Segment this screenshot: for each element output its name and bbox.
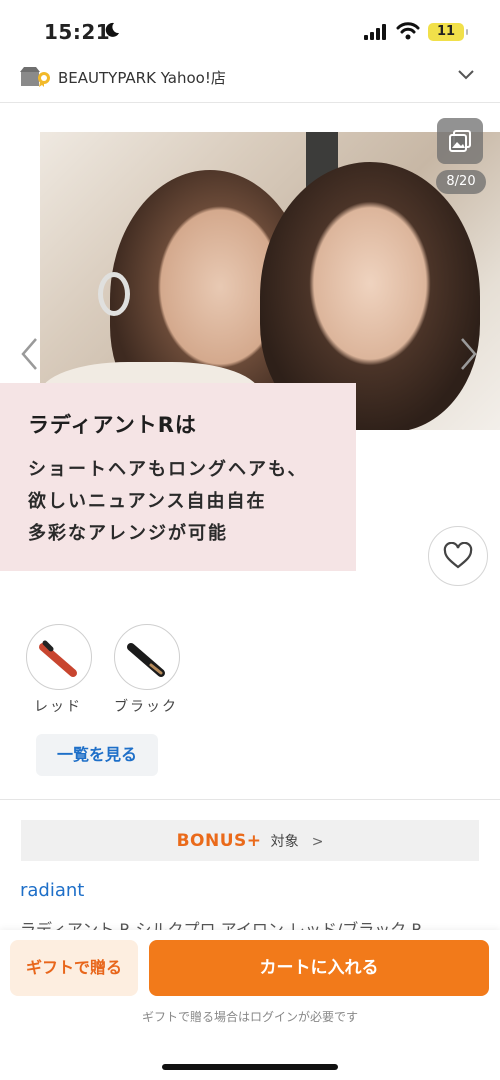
hair-iron-icon: [127, 643, 165, 677]
gift-button[interactable]: ギフトで贈る: [10, 940, 138, 996]
favorite-button[interactable]: [428, 526, 488, 586]
wifi-icon: [396, 22, 420, 40]
divider: [0, 799, 500, 800]
store-header[interactable]: BEAUTYPARK Yahoo!店: [0, 58, 500, 103]
chevron-right-icon[interactable]: [458, 336, 480, 372]
status-time: 15:21: [44, 20, 111, 44]
variant-label: レッド: [34, 699, 82, 715]
bottom-action-bar: ギフトで贈る カートに入れる ギフトで贈る場合はログインが必要です: [0, 930, 500, 1080]
moon-icon: [105, 22, 119, 37]
bonus-banner[interactable]: BONUS+ 対象 >: [21, 820, 479, 861]
variant-thumbnail: [26, 624, 92, 690]
caption-line: ショートヘアもロングヘアも、: [28, 459, 308, 480]
variant-thumbnail: [114, 624, 180, 690]
image-caption: ラディアントRは ショートヘアもロングヘアも、 欲しいニュアンス自由自在 多彩な…: [0, 383, 356, 571]
status-bar: 15:21 11: [0, 0, 500, 60]
gift-login-note: ギフトで贈る場合はログインが必要です: [141, 1010, 358, 1024]
caption-line: 欲しいニュアンス自由自在: [28, 491, 267, 512]
heart-icon: [443, 542, 473, 569]
variant-red[interactable]: レッド: [26, 624, 92, 716]
battery-indicator: 11: [428, 23, 468, 41]
gallery-button[interactable]: [437, 118, 483, 164]
brand-link[interactable]: radiant: [20, 880, 84, 901]
caption-line: 多彩なアレンジが可能: [28, 523, 228, 544]
variant-black[interactable]: ブラック: [114, 624, 180, 716]
home-indicator[interactable]: [162, 1064, 338, 1070]
chevron-left-icon[interactable]: [18, 336, 40, 372]
gallery-icon: [449, 130, 471, 152]
view-all-button[interactable]: 一覧を見る: [36, 734, 158, 776]
add-to-cart-button[interactable]: カートに入れる: [149, 940, 489, 996]
signal-icon: [364, 24, 386, 40]
earring: [98, 272, 130, 316]
bonus-logo: BONUS+: [176, 831, 262, 851]
chevron-down-icon[interactable]: [456, 68, 476, 82]
image-counter: 8/20: [436, 170, 486, 194]
variant-label: ブラック: [114, 699, 178, 715]
chevron-right-icon: >: [311, 834, 324, 850]
store-icon: [20, 67, 50, 87]
hair-iron-icon: [39, 640, 77, 677]
caption-heading: ラディアントRは: [28, 413, 197, 437]
store-name: BEAUTYPARK Yahoo!店: [58, 69, 226, 87]
bonus-text: 対象: [270, 834, 299, 850]
